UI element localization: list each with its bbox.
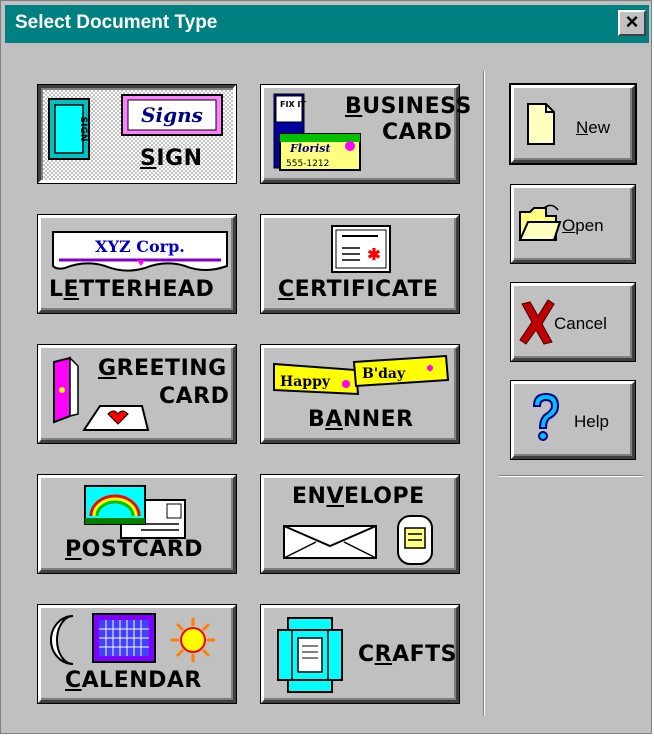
business-card-label-line2: CARD xyxy=(382,120,453,145)
envelope-icon xyxy=(283,515,433,565)
close-icon: × xyxy=(625,9,639,34)
sign-label: SIGN xyxy=(140,146,203,171)
business-card-art-fix: FIX IT xyxy=(280,100,306,109)
new-button[interactable]: New xyxy=(511,85,635,163)
sign-art-text: Signs xyxy=(141,103,203,127)
crafts-button[interactable]: CRAFTS xyxy=(261,605,459,703)
sign-art-small: SIGN xyxy=(78,117,88,142)
svg-text:✱: ✱ xyxy=(367,247,380,264)
banner-label: BANNER xyxy=(308,407,414,432)
crafts-icon xyxy=(277,617,343,693)
banner-icon: Happy B'day xyxy=(273,354,450,396)
sign-button[interactable]: SIGN Signs SIGN xyxy=(38,85,236,183)
postcard-label: POSTCARD xyxy=(65,537,204,562)
envelope-button[interactable]: ENVELOPE xyxy=(261,475,459,573)
help-question-icon xyxy=(532,392,560,441)
banner-button[interactable]: Happy B'day BANNER xyxy=(261,345,459,443)
certificate-button[interactable]: ✱ CERTIFICATE xyxy=(261,215,459,313)
postcard-icon xyxy=(84,485,186,539)
calendar-icon xyxy=(50,613,215,665)
calendar-label: CALENDAR xyxy=(65,668,202,693)
crafts-label: CRAFTS xyxy=(358,642,458,667)
window-title: Select Document Type xyxy=(15,12,218,33)
dialog-window: Select Document Type × SIGN Signs SIGN F… xyxy=(0,0,652,734)
cancel-button[interactable]: Cancel xyxy=(511,283,635,361)
letterhead-label: LETTERHEAD xyxy=(49,277,215,302)
business-card-button[interactable]: FIX IT Florist 555-1212 BUSINESS CARD xyxy=(261,85,471,183)
open-button-label: Open xyxy=(562,216,604,235)
business-card-art-florist: Florist xyxy=(289,142,331,155)
title-bar: Select Document Type × xyxy=(5,5,649,43)
certificate-icon: ✱ xyxy=(331,225,391,273)
help-button-label: Help xyxy=(574,412,609,431)
help-button[interactable]: Help xyxy=(511,381,635,459)
vertical-separator-highlight xyxy=(484,71,485,716)
new-button-label: New xyxy=(576,118,611,137)
new-document-icon xyxy=(527,103,555,145)
open-folder-icon xyxy=(518,204,562,241)
letterhead-icon: XYZ Corp. xyxy=(52,231,228,272)
cancel-button-label: Cancel xyxy=(554,314,607,333)
close-button[interactable]: × xyxy=(618,10,646,36)
greeting-card-button[interactable]: GREETING CARD xyxy=(38,345,236,443)
horizontal-separator-highlight xyxy=(499,476,643,477)
banner-art-bday: B'day xyxy=(362,366,406,382)
business-card-art-phone: 555-1212 xyxy=(286,159,329,169)
business-card-label-line1: BUSINESS xyxy=(345,94,472,119)
cancel-x-icon xyxy=(519,299,555,345)
calendar-button[interactable]: CALENDAR xyxy=(38,605,236,703)
certificate-label: CERTIFICATE xyxy=(278,277,439,302)
envelope-label: ENVELOPE xyxy=(292,484,425,509)
postcard-button[interactable]: POSTCARD xyxy=(38,475,236,573)
open-button[interactable]: Open xyxy=(511,185,635,263)
letterhead-button[interactable]: XYZ Corp. LETTERHEAD xyxy=(38,215,236,313)
banner-art-happy: Happy xyxy=(280,374,331,390)
greeting-card-label-line2: CARD xyxy=(159,384,230,409)
letterhead-art-text: XYZ Corp. xyxy=(95,237,185,256)
sign-icon: SIGN Signs xyxy=(48,94,223,160)
greeting-card-label-line1: GREETING xyxy=(98,356,227,381)
